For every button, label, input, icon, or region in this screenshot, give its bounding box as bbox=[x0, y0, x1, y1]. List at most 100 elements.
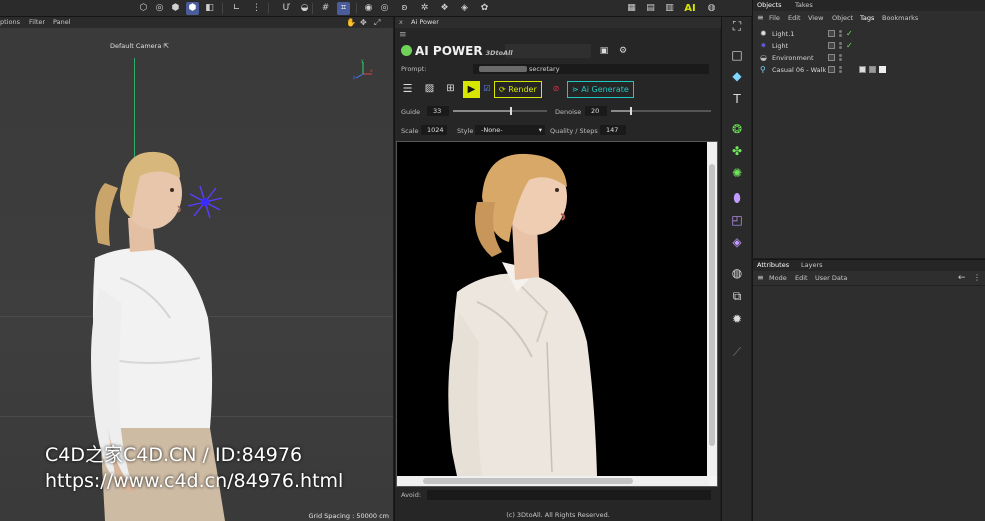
cube-icon[interactable]: □ bbox=[728, 46, 746, 64]
ai-power-tab[interactable]: x Ai Power bbox=[395, 17, 721, 28]
style-select[interactable]: -None- ▾ bbox=[475, 125, 545, 135]
guide-input[interactable]: 33 bbox=[427, 106, 449, 116]
zoom-icon[interactable]: ⤢ bbox=[374, 17, 380, 28]
text-lines-icon[interactable]: ☰ bbox=[399, 81, 416, 98]
butterfly-icon[interactable]: ʚ bbox=[398, 2, 411, 15]
camera-icon[interactable]: ⧉ bbox=[728, 287, 746, 305]
render-icon[interactable]: ✿ bbox=[478, 2, 491, 15]
viewport-menu-panel[interactable]: Panel bbox=[53, 17, 71, 28]
viewport-scene[interactable]: Default Camera ⇱ y x z C4D之家C4D.CN / ID:… bbox=[0, 28, 393, 521]
visibility-dots[interactable] bbox=[839, 30, 842, 38]
layer-toggle[interactable] bbox=[828, 42, 835, 49]
prompt-input[interactable]: secretary bbox=[473, 64, 709, 74]
visibility-dots[interactable] bbox=[839, 66, 842, 74]
target-icon[interactable]: ◉ bbox=[362, 2, 375, 15]
deformer-icon[interactable]: ⬮ bbox=[728, 189, 746, 207]
hamburger-menu-icon[interactable]: ≡ bbox=[757, 12, 764, 24]
axis-icon[interactable]: ∟ bbox=[230, 2, 243, 15]
layer-toggle[interactable] bbox=[828, 66, 835, 73]
ai-generate-button[interactable]: ⋗ Ai Generate bbox=[567, 81, 634, 98]
light-object-icon[interactable] bbox=[187, 185, 223, 219]
hamburger-menu-icon[interactable]: ≡ bbox=[757, 272, 764, 284]
hamburger-menu-icon[interactable]: ≡ bbox=[399, 30, 407, 40]
menu-user-data[interactable]: User Data bbox=[815, 272, 847, 284]
tab-objects[interactable]: Objects bbox=[757, 0, 782, 11]
visibility-dots[interactable] bbox=[839, 54, 842, 62]
cube-icon[interactable]: ⬢ bbox=[186, 2, 199, 15]
menu-mode[interactable]: Mode bbox=[769, 272, 787, 284]
menu-view[interactable]: View bbox=[808, 12, 823, 24]
figure-icon[interactable]: ⛶ bbox=[728, 17, 746, 35]
layer-toggle[interactable] bbox=[828, 30, 835, 37]
menu-object[interactable]: Object bbox=[832, 12, 853, 24]
field-icon[interactable]: ◈ bbox=[728, 233, 746, 251]
menu-tags[interactable]: Tags bbox=[860, 12, 874, 24]
tab-takes[interactable]: Takes bbox=[795, 0, 813, 11]
menu-file[interactable]: File bbox=[769, 12, 780, 24]
snap-icon[interactable]: ◒ bbox=[298, 2, 311, 15]
layer-toggle[interactable] bbox=[828, 54, 835, 61]
text-icon[interactable]: T bbox=[728, 90, 746, 108]
render-icon[interactable]: ◈ bbox=[458, 2, 471, 15]
enabled-check-icon[interactable]: ✓ bbox=[846, 28, 853, 40]
texture-tag-icon[interactable] bbox=[879, 66, 886, 73]
film-icon[interactable]: ▦ bbox=[625, 2, 638, 15]
image-icon[interactable]: ▣ bbox=[597, 44, 611, 58]
light-icon[interactable]: ✹ bbox=[728, 310, 746, 328]
object-row-light[interactable]: ✷ Light ✓ bbox=[753, 40, 985, 52]
snap-icon[interactable]: ⌗ bbox=[337, 2, 350, 15]
object-row-light-1[interactable]: ✹ Light.1 ✓ bbox=[753, 28, 985, 40]
denoise-slider-knob[interactable] bbox=[630, 107, 632, 115]
cube-icon[interactable]: ⬡ bbox=[137, 2, 150, 15]
object-row-environment[interactable]: ◒ Environment bbox=[753, 52, 985, 64]
cube-icon[interactable]: ◆ bbox=[728, 67, 746, 85]
viewport-menu-options[interactable]: ptions bbox=[0, 17, 20, 28]
gear-icon[interactable]: ⚙ bbox=[616, 44, 630, 58]
menu-bookmarks[interactable]: Bookmarks bbox=[882, 12, 918, 24]
cloner-icon[interactable]: ✤ bbox=[728, 142, 746, 160]
checkbox-icon[interactable]: ☑ bbox=[482, 81, 492, 98]
pen-icon[interactable]: ⟋ bbox=[728, 343, 746, 361]
gear-icon[interactable]: ◍ bbox=[705, 2, 718, 15]
back-arrow-icon[interactable]: ← bbox=[958, 272, 966, 284]
scrollbar-thumb[interactable] bbox=[423, 478, 633, 484]
rotate-icon[interactable]: ✥ bbox=[360, 17, 367, 28]
cube-icon[interactable]: ◎ bbox=[153, 2, 166, 15]
tab-layers[interactable]: Layers bbox=[801, 260, 823, 271]
magnet-icon[interactable]: Ư bbox=[280, 2, 293, 15]
quality-input[interactable]: 147 bbox=[600, 125, 626, 135]
guide-slider[interactable] bbox=[453, 107, 547, 115]
play-frame-icon[interactable]: ▶ bbox=[463, 81, 480, 98]
object-row-casual-walk[interactable]: ⚲ Casual 06 - Walk bbox=[753, 64, 985, 76]
more-icon[interactable]: ⋮ bbox=[973, 272, 981, 284]
effector-icon[interactable]: ✺ bbox=[728, 164, 746, 182]
enabled-check-icon[interactable]: ✓ bbox=[846, 40, 853, 52]
axis-icon[interactable]: ⋮ bbox=[250, 2, 263, 15]
ai-icon[interactable]: AI bbox=[682, 1, 698, 16]
render-button[interactable]: ⟳ Render bbox=[494, 81, 542, 98]
cube-icon[interactable]: ◧ bbox=[203, 2, 216, 15]
hidden-eye-icon[interactable]: ⊘ bbox=[549, 81, 563, 98]
image-icon[interactable]: ▨ bbox=[421, 81, 438, 98]
menu-edit[interactable]: Edit bbox=[788, 12, 801, 24]
render-icon[interactable]: ▥ bbox=[663, 2, 676, 15]
tab-attributes[interactable]: Attributes bbox=[757, 260, 789, 271]
preview-horizontal-scrollbar[interactable] bbox=[397, 476, 709, 486]
target-icon[interactable]: ◎ bbox=[378, 2, 391, 15]
avoid-input[interactable] bbox=[427, 490, 711, 500]
render-preview[interactable] bbox=[396, 141, 718, 487]
denoise-input[interactable]: 20 bbox=[585, 106, 607, 116]
denoise-slider[interactable] bbox=[611, 107, 711, 115]
guide-slider-knob[interactable] bbox=[510, 107, 513, 115]
preview-vertical-scrollbar[interactable] bbox=[707, 142, 717, 476]
material-tag-icon[interactable] bbox=[859, 66, 866, 73]
gear-icon[interactable]: ✲ bbox=[418, 2, 431, 15]
cube-icon[interactable]: ⬢ bbox=[169, 2, 182, 15]
scrollbar-thumb[interactable] bbox=[709, 164, 715, 446]
generator-icon[interactable]: ❂ bbox=[728, 120, 746, 138]
material-tag-icon[interactable] bbox=[869, 66, 876, 73]
spline-icon[interactable]: ◰ bbox=[728, 211, 746, 229]
close-tab-icon[interactable]: x bbox=[399, 17, 403, 28]
menu-edit[interactable]: Edit bbox=[795, 272, 808, 284]
3d-viewport[interactable]: ptions Filter Panel ✋ ✥ ⤢ Default Camera… bbox=[0, 17, 393, 521]
